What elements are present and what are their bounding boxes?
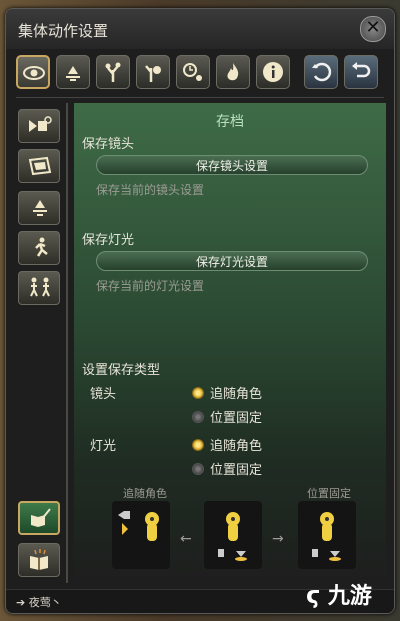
save-panel: 存档 保存镜头 保存镜头设置 保存当前的镜头设置 保存灯光 保存灯光设置 保存当… [74,103,386,583]
left-arrow: ← [180,531,192,547]
follow-diagram [112,501,170,569]
camera-save-label: 保存镜头 [82,137,135,152]
lamp-icon[interactable] [18,191,60,225]
watermark-logo-icon: ϛ [306,581,321,609]
light-follow-label: 追随角色 [210,439,263,454]
info-icon[interactable] [256,55,290,89]
toolbar-divider [16,97,384,98]
close-icon[interactable]: ✕ [360,16,386,42]
feather-book-icon[interactable] [18,501,60,535]
two-figures-icon[interactable] [18,271,60,305]
light-save-label: 保存灯光 [82,233,135,248]
undo-icon[interactable] [344,55,378,89]
reset-icon[interactable] [304,55,338,89]
fixed-diagram [298,501,356,569]
open-book-icon[interactable] [18,543,60,577]
center-diagram [204,501,262,569]
light-fixed-radio[interactable] [192,463,204,475]
frame-icon[interactable] [18,149,60,183]
title-bar[interactable]: 集体动作设置 ✕ [6,9,394,49]
camera-gear-icon[interactable] [18,109,60,143]
clock-sun-icon[interactable] [176,55,210,89]
group-pose-settings-window: 集体动作设置 ✕ 存档 保存镜头 保存镜头设置 保存当前的镜头设置 保存灯光 保… [5,8,395,614]
window-title: 集体动作设置 [18,22,109,40]
light-follow-radio[interactable] [192,439,204,451]
camera-follow-label: 追随角色 [210,387,263,402]
eye-icon[interactable] [16,55,50,89]
light-icon[interactable] [56,55,90,89]
save-light-button[interactable]: 保存灯光设置 [96,251,368,271]
section-title: 存档 [216,114,244,130]
site-watermark: ϛ 九游 [306,578,372,610]
camera-follow-radio[interactable] [192,387,204,399]
camera-save-hint: 保存当前的镜头设置 [96,183,205,197]
fire-icon[interactable] [216,55,250,89]
right-arrow: → [272,531,284,547]
tree-alt-icon[interactable] [136,55,170,89]
watermark-text: 九游 [327,584,372,609]
camera-fixed-radio[interactable] [192,411,204,423]
save-type-heading: 设置保存类型 [82,363,161,378]
diagram-follow-label: 追随角色 [123,487,167,500]
running-figure-icon[interactable] [18,231,60,265]
light-type-label: 灯光 [90,439,117,454]
save-camera-button[interactable]: 保存镜头设置 [96,155,368,175]
light-save-hint: 保存当前的灯光设置 [96,279,205,293]
tree-icon[interactable] [96,55,130,89]
sidebar-divider [66,103,68,583]
diagram-fixed-label: 位置固定 [307,487,351,500]
player-name: ➔ 夜莺丶 [16,596,62,609]
camera-type-label: 镜头 [90,387,117,402]
light-fixed-label: 位置固定 [210,463,263,478]
camera-fixed-label: 位置固定 [210,411,263,426]
